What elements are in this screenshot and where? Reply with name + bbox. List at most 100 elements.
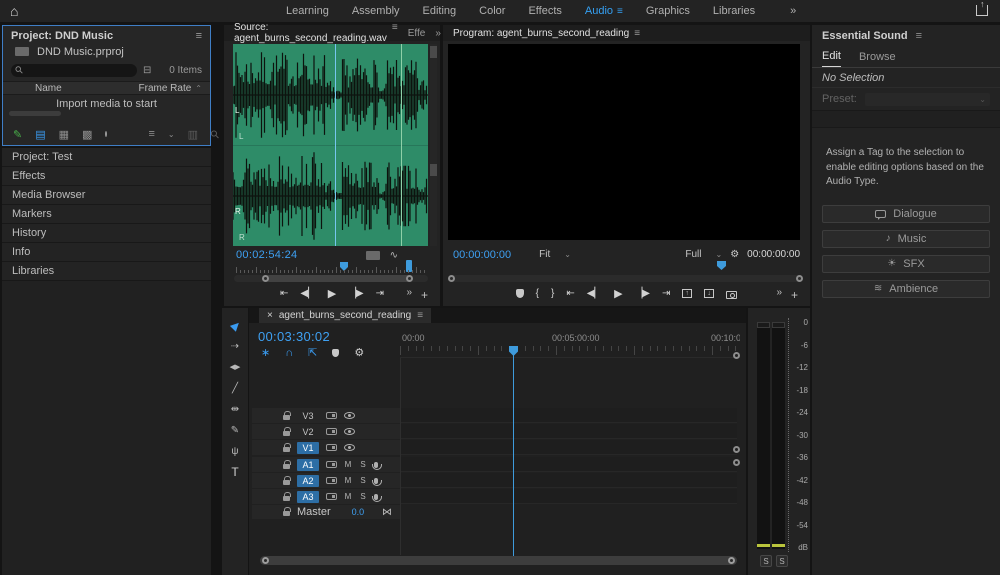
source-timecode[interactable]: 00:02:54:24	[236, 249, 297, 261]
list-view-icon[interactable]: ▤	[35, 128, 45, 141]
solo-track-button[interactable]: S	[359, 460, 367, 469]
slip-tool[interactable]: ⇹	[226, 402, 244, 416]
workspace-tab-assembly[interactable]: Assembly	[352, 5, 400, 17]
close-icon[interactable]: ×	[267, 310, 273, 321]
type-tool[interactable]: T	[226, 465, 244, 479]
track-lane-v2[interactable]	[401, 424, 737, 439]
drag-audio-only-icon[interactable]: ∿	[390, 250, 398, 261]
step-back-icon[interactable]: ◀▏	[300, 288, 315, 299]
mark-out-icon[interactable]: }	[551, 288, 554, 299]
project-search-input[interactable]	[11, 64, 137, 77]
video-scroll-handle[interactable]	[733, 352, 740, 359]
hand-tool[interactable]: ψ	[226, 444, 244, 458]
master-pan-icon[interactable]: ⋈	[382, 507, 392, 518]
track-lock-icon[interactable]	[283, 496, 290, 501]
play-icon[interactable]: ▶	[614, 287, 622, 300]
tab-edit[interactable]: Edit	[822, 50, 841, 67]
source-panel-menu-icon[interactable]: ≡	[392, 22, 398, 44]
source-playhead-line[interactable]	[335, 44, 336, 246]
toggle-track-output-icon[interactable]	[344, 444, 355, 451]
track-target-a1[interactable]: A1	[297, 459, 319, 471]
audio-scroll-handle[interactable]	[733, 459, 740, 466]
filter-bin-icon[interactable]: ⊟	[143, 65, 151, 76]
toggle-track-output-icon[interactable]	[344, 428, 355, 435]
track-lock-icon[interactable]	[283, 511, 290, 516]
sync-lock-icon[interactable]	[326, 493, 337, 500]
program-panel-menu-icon[interactable]: ≡	[634, 28, 640, 39]
workspace-menu-icon[interactable]: ≡	[617, 6, 623, 17]
timeline-horizontal-scrollbar[interactable]	[260, 556, 737, 565]
workspace-tab-learning[interactable]: Learning	[286, 5, 329, 17]
essential-sound-menu-icon[interactable]: ≡	[916, 30, 922, 42]
track-lock-icon[interactable]	[283, 480, 290, 485]
timeline-panel-menu-icon[interactable]: ≡	[417, 310, 423, 321]
track-lock-icon[interactable]	[283, 447, 290, 452]
icon-view-icon[interactable]: ▦	[59, 128, 69, 141]
track-target-v1[interactable]: V1	[297, 442, 319, 454]
sync-lock-icon[interactable]	[326, 428, 337, 435]
waveform-vertical-scrollbar[interactable]	[430, 44, 437, 246]
home-icon[interactable]: ⌂	[10, 3, 18, 19]
project-panel-menu-icon[interactable]: ≡	[196, 30, 202, 42]
panel-tab-info[interactable]: Info	[2, 243, 211, 262]
track-lock-icon[interactable]	[283, 431, 290, 436]
source-transport-overflow-icon[interactable]: »	[406, 287, 412, 298]
snap-icon[interactable]: ∩	[285, 347, 293, 359]
zoom-slider-knob[interactable]	[105, 131, 107, 137]
program-transport-overflow-icon[interactable]: »	[776, 287, 782, 298]
project-file-item[interactable]: DND Music.prproj	[3, 44, 210, 59]
solo-track-button[interactable]: S	[359, 492, 367, 501]
track-lane-v1[interactable]	[401, 440, 737, 455]
nest-toggle-icon[interactable]: ∗	[261, 346, 270, 359]
mute-track-button[interactable]: M	[344, 476, 352, 485]
tag-music-button[interactable]: ♪ Music	[822, 230, 990, 248]
add-marker-icon[interactable]	[332, 349, 339, 357]
timeline-ruler[interactable]: 00:00 00:05:00:00 00:10:0	[400, 332, 740, 358]
sync-lock-icon[interactable]	[326, 412, 337, 419]
panel-tab-markers[interactable]: Markers	[2, 205, 211, 224]
sequence-tab[interactable]: × agent_burns_second_reading ≡	[259, 308, 431, 323]
workspace-tab-audio[interactable]: Audio≡	[585, 5, 623, 17]
workspace-tab-color[interactable]: Color	[479, 5, 505, 17]
track-select-forward-tool[interactable]: ⇢	[226, 339, 244, 353]
master-pan-value[interactable]: 0.0	[352, 507, 365, 517]
workspace-overflow-icon[interactable]: »	[790, 5, 796, 17]
track-target-a2[interactable]: A2	[297, 475, 319, 487]
track-lane-a3[interactable]	[401, 489, 737, 504]
program-monitor-tab[interactable]: Program: agent_burns_second_reading≡	[453, 28, 640, 41]
tag-dialogue-button[interactable]: Dialogue	[822, 205, 990, 223]
workspace-tab-libraries[interactable]: Libraries	[713, 5, 755, 17]
tag-ambience-button[interactable]: ≋ Ambience	[822, 280, 990, 298]
track-lock-icon[interactable]	[283, 464, 290, 469]
track-target-v2[interactable]: V2	[297, 426, 319, 438]
workspace-tab-graphics[interactable]: Graphics	[646, 5, 690, 17]
track-lane-a1[interactable]	[401, 457, 737, 472]
extract-icon[interactable]	[704, 289, 714, 298]
add-marker-icon[interactable]	[516, 289, 524, 298]
selection-tool[interactable]: ▶	[224, 314, 247, 337]
zoom-level-select[interactable]: Fit⌄	[539, 249, 571, 260]
toggle-track-output-icon[interactable]	[344, 412, 355, 419]
project-writable-icon[interactable]: ✎	[13, 128, 22, 141]
export-frame-icon[interactable]	[726, 291, 737, 299]
razor-tool[interactable]: ╱	[226, 381, 244, 395]
meter-solo-left-button[interactable]: S	[760, 555, 772, 567]
panel-tab-history[interactable]: History	[2, 224, 211, 243]
sync-lock-icon[interactable]	[326, 444, 337, 451]
mark-in-icon[interactable]: {	[536, 288, 539, 299]
find-icon[interactable]: ⚲	[208, 127, 223, 142]
program-button-editor-icon[interactable]: +	[791, 288, 798, 302]
program-timecode[interactable]: 00:00:00:00	[453, 249, 511, 261]
go-to-in-icon[interactable]: ⇤	[566, 288, 574, 299]
track-lane-a2[interactable]	[401, 473, 737, 488]
timeline-settings-icon[interactable]: ⚙	[354, 346, 364, 359]
go-to-out-icon[interactable]: ⇥	[662, 288, 670, 299]
go-to-out-icon[interactable]: ⇥	[376, 288, 384, 299]
sort-icons-icon[interactable]: ≡	[148, 128, 154, 140]
linked-selection-icon[interactable]: ⇱	[308, 346, 317, 359]
effects-panel-tab[interactable]: Effe	[408, 28, 426, 39]
program-settings-icon[interactable]: ⚙	[730, 249, 739, 260]
drag-video-only-icon[interactable]	[366, 251, 380, 260]
quick-export-icon[interactable]	[976, 5, 988, 16]
source-tabs-overflow-icon[interactable]: »	[435, 28, 441, 39]
